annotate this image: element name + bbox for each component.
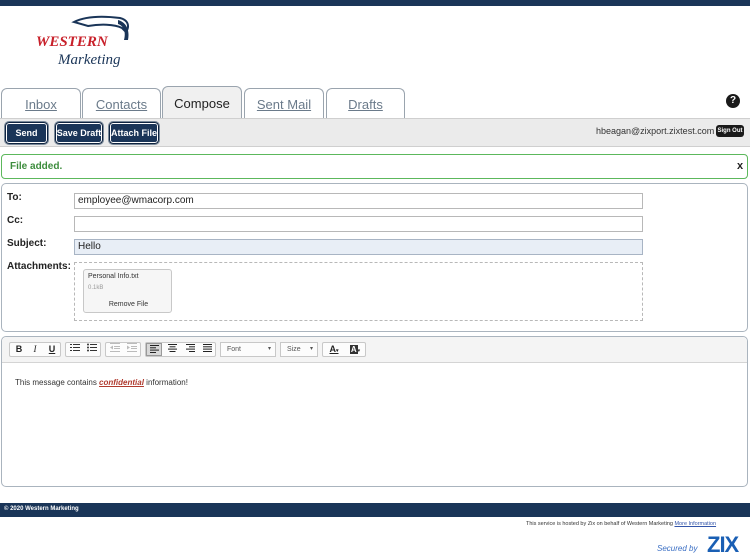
editor-toolbar: B I U Font ▾ Size ▾ A▾ A▾ — [2, 337, 747, 363]
size-select[interactable]: Size ▾ — [280, 342, 318, 357]
message-text-start: This message contains — [15, 378, 100, 387]
logo-line1: WESTERN — [36, 34, 109, 50]
italic-button[interactable]: I — [27, 343, 43, 356]
user-email: hbeagan@zixport.zixtest.com — [596, 126, 715, 136]
ordered-list-icon[interactable] — [67, 343, 83, 356]
top-bar — [0, 0, 750, 6]
list-group — [65, 342, 101, 357]
unordered-list-icon[interactable] — [84, 343, 100, 356]
chevron-down-icon: ▾ — [335, 348, 339, 354]
logo-line2: Marketing — [57, 52, 121, 68]
bold-button[interactable]: B — [11, 343, 27, 356]
font-select-label: Font — [227, 346, 242, 353]
align-justify-icon[interactable] — [199, 343, 215, 356]
tab-compose[interactable]: Compose — [162, 86, 242, 119]
subject-label: Subject: — [7, 238, 47, 249]
outdent-icon[interactable] — [107, 343, 123, 356]
align-left-icon[interactable] — [146, 343, 162, 356]
tab-inbox[interactable]: Inbox — [1, 88, 81, 119]
color-group: A▾ A▾ — [322, 342, 366, 357]
chevron-down-icon: ▾ — [309, 346, 313, 352]
message-confidential-word: confidential — [99, 378, 144, 387]
text-color-button[interactable]: A▾ — [324, 343, 344, 356]
tab-sent-mail[interactable]: Sent Mail — [244, 88, 324, 119]
zix-wordmark: ZIX — [707, 532, 739, 557]
attachments-label: Attachments: — [7, 261, 71, 272]
sign-out-button[interactable]: Sign Out — [716, 125, 744, 137]
tab-drafts[interactable]: Drafts — [326, 88, 405, 119]
attachments-dropzone[interactable]: Personal Info.txt 0.1kB Remove File — [74, 262, 643, 321]
message-text-end: information! — [143, 378, 188, 387]
subject-field[interactable]: Hello — [74, 239, 643, 255]
save-draft-button[interactable]: Save Draft — [54, 121, 104, 145]
background-color-glyph: A — [349, 345, 358, 354]
attach-file-button[interactable]: Attach File — [108, 121, 160, 145]
western-marketing-logo: WESTERN Marketing — [34, 14, 134, 72]
size-select-label: Size — [287, 346, 301, 353]
attachment-size: 0.1kB — [88, 285, 104, 291]
chevron-down-icon: ▾ — [267, 346, 271, 352]
secured-by-label: Secured by — [657, 544, 698, 553]
format-group: B I U — [9, 342, 61, 357]
send-button[interactable]: Send — [4, 121, 49, 145]
remove-file-button[interactable]: Remove File — [84, 301, 173, 308]
indent-group — [105, 342, 141, 357]
footer-bar: © 2020 Western Marketing — [0, 503, 750, 517]
attachment-card: Personal Info.txt 0.1kB Remove File — [83, 269, 172, 313]
background-color-button[interactable]: A▾ — [345, 343, 365, 356]
help-icon[interactable]: ? — [726, 94, 740, 108]
indent-icon[interactable] — [124, 343, 140, 356]
more-information-link[interactable]: More Information — [674, 521, 716, 527]
cc-field[interactable] — [74, 216, 643, 232]
tab-contacts[interactable]: Contacts — [82, 88, 161, 119]
align-group — [145, 342, 216, 357]
to-field[interactable]: employee@wmacorp.com — [74, 193, 643, 209]
attachment-name: Personal Info.txt — [88, 273, 139, 280]
compose-fields: To: employee@wmacorp.com Cc: Subject: He… — [1, 183, 748, 332]
chevron-down-icon: ▾ — [357, 348, 361, 354]
compose-toolbar: Send Save Draft Attach File hbeagan@zixp… — [0, 118, 750, 147]
alert-message: File added. — [10, 161, 63, 172]
underline-button[interactable]: U — [44, 343, 60, 356]
align-center-icon[interactable] — [164, 343, 180, 356]
copyright-text: © 2020 Western Marketing — [4, 506, 79, 512]
file-added-alert: File added. x — [1, 154, 748, 179]
to-label: To: — [7, 192, 22, 203]
font-select[interactable]: Font ▾ — [220, 342, 276, 357]
align-right-icon[interactable] — [182, 343, 198, 356]
hosted-by-text: This service is hosted by Zix on behalf … — [526, 521, 716, 527]
message-body[interactable]: This message contains confidential infor… — [15, 378, 188, 387]
nav-tabs: Inbox Contacts Compose Sent Mail Drafts — [0, 86, 750, 119]
cc-label: Cc: — [7, 215, 24, 226]
hosted-by-label: This service is hosted by Zix on behalf … — [526, 521, 673, 527]
zix-logo: Secured by ZIX — [657, 532, 747, 557]
message-editor: B I U Font ▾ Size ▾ A▾ A▾ This message c… — [1, 336, 748, 487]
alert-close-button[interactable]: x — [737, 160, 743, 172]
